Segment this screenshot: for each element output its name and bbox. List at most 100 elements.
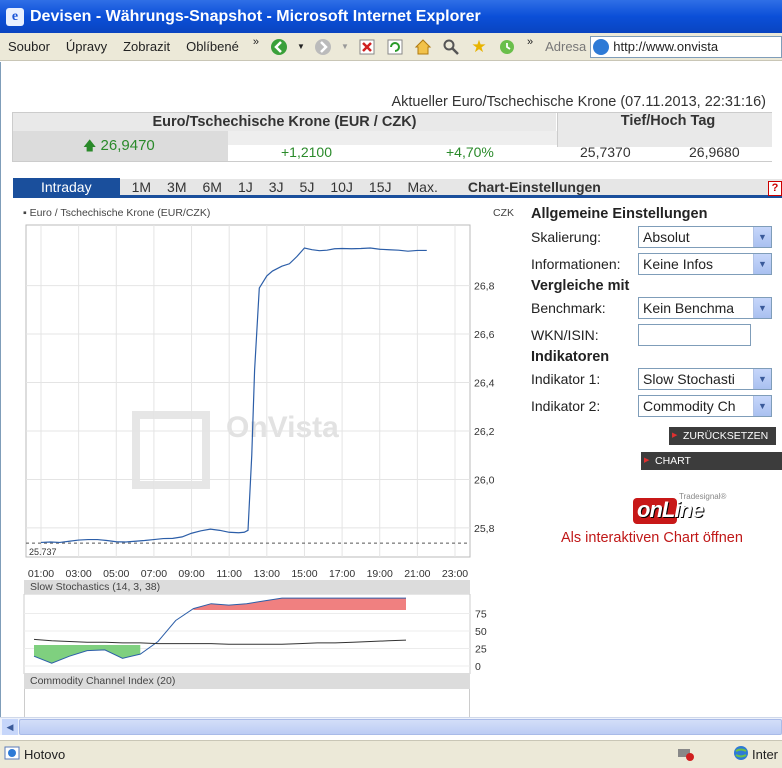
scale-select[interactable]: Absolut ▼ [638, 226, 772, 248]
address-bar[interactable]: http://www.onvista [590, 35, 782, 58]
back-dropdown-icon[interactable]: ▼ [296, 36, 306, 58]
help-icon[interactable]: ? [768, 181, 782, 196]
up-arrow-icon: 🡅 [83, 138, 97, 153]
page-icon [593, 38, 610, 55]
tab-15j[interactable]: 15J [361, 178, 400, 197]
snapshot-title: Aktueller Euro/Tschechische Krone (07.11… [391, 94, 766, 110]
tab-5j[interactable]: 5J [292, 178, 323, 197]
tab-3j[interactable]: 3J [261, 178, 292, 197]
tab-3m[interactable]: 3M [159, 178, 194, 197]
tab-6m[interactable]: 6M [195, 178, 230, 197]
day-low: 25,7370 [580, 144, 631, 160]
tab-1m[interactable]: 1M [124, 178, 159, 197]
wkn-input[interactable] [638, 324, 751, 346]
refresh-icon[interactable] [384, 36, 406, 58]
internet-zone-icon [733, 745, 749, 764]
info-select[interactable]: Keine Infos ▼ [638, 253, 772, 275]
quote-table: Euro/Tschechische Krone (EUR / CZK) Tief… [12, 112, 772, 162]
indicator1-select[interactable]: Slow Stochasti ▼ [638, 368, 772, 390]
x-tick-label: 21:00 [404, 568, 430, 577]
x-tick-label: 15:00 [291, 568, 317, 577]
scrollbar-thumb[interactable] [19, 719, 782, 735]
stochastics-panel-title: Slow Stochastics (14, 3, 38) [24, 580, 470, 594]
stoch-tick-label: 0 [475, 661, 481, 673]
horizontal-scrollbar[interactable]: ◀ [0, 717, 782, 735]
chevron-down-icon[interactable]: ▼ [753, 298, 771, 318]
y-tick-label: 26,0 [474, 474, 495, 486]
change-percent: +4,70% [446, 144, 494, 160]
internet-zone-label: Inter [752, 747, 779, 762]
x-tick-label: 17:00 [329, 568, 355, 577]
tab-1j[interactable]: 1J [230, 178, 261, 197]
tradesignal-online-logo[interactable]: Tradesignal® onLine [633, 492, 741, 526]
x-tick-label: 19:00 [367, 568, 393, 577]
compare-heading: Vergleiche mit [531, 278, 630, 294]
tab-10j[interactable]: 10J [322, 178, 361, 197]
benchmark-select[interactable]: Kein Benchma ▼ [638, 297, 772, 319]
indicator1-label: Indikator 1: [531, 371, 601, 387]
cci-chart-area [24, 689, 470, 717]
page-done-icon [4, 745, 20, 764]
tab-max[interactable]: Max. [400, 178, 446, 197]
chevron-down-icon[interactable]: ▼ [753, 227, 771, 247]
baseline-label: 25.737 [29, 547, 57, 557]
menu-favorites[interactable]: Oblíbené [178, 39, 247, 54]
address-url: http://www.onvista [613, 39, 719, 54]
reset-button[interactable]: ZURÜCKSETZEN [669, 427, 777, 445]
status-text: Hotovo [24, 747, 66, 762]
menu-overflow-chevron-icon[interactable]: » [253, 36, 259, 48]
indicator2-select[interactable]: Commodity Ch ▼ [638, 395, 772, 417]
benchmark-label: Benchmark: [531, 300, 606, 316]
wkn-label: WKN/ISIN: [531, 327, 599, 343]
chart-watermark: OnVista [226, 411, 339, 444]
update-chart-button[interactable]: CHART AKTUALISIEREN [641, 452, 782, 485]
stop-icon[interactable] [356, 36, 378, 58]
x-tick-label: 13:00 [254, 568, 280, 577]
plot-frame [25, 224, 471, 558]
y-tick-label: 26,4 [474, 378, 495, 390]
back-icon[interactable] [268, 36, 290, 58]
x-tick-label: 11:00 [216, 568, 242, 577]
indicators-heading: Indikatoren [531, 349, 610, 365]
menu-bar: Soubor Úpravy Zobrazit Oblíbené » ▼ ▼ ★ … [0, 33, 782, 61]
menu-view[interactable]: Zobrazit [115, 39, 178, 54]
change-absolute: +1,2100 [281, 144, 332, 160]
forward-icon[interactable] [312, 36, 334, 58]
stoch-tick-label: 25 [475, 644, 487, 656]
search-icon[interactable] [440, 36, 462, 58]
chevron-down-icon[interactable]: ▼ [753, 396, 771, 416]
info-label: Informationen: [531, 256, 621, 272]
popup-blocked-icon [676, 745, 696, 764]
general-settings-heading: Allgemeine Einstellungen [531, 206, 708, 222]
open-interactive-chart-link[interactable]: Als interaktiven Chart öffnen [561, 530, 743, 546]
stoch-tick-label: 50 [475, 626, 487, 638]
scale-label: Skalierung: [531, 229, 602, 245]
chart-settings-title: Chart-Einstellungen [467, 178, 601, 195]
y-tick-label: 26,6 [474, 329, 495, 341]
main-price-chart: OnVista 01:00 03:00 05:00 07:00 09:00 11:00 13:… [25, 224, 495, 577]
y-tick-label: 25,8 [474, 523, 495, 535]
period-tabs: Intraday 1M 3M 6M 1J 3J 5J 10J 15J Max. … [13, 177, 782, 198]
favorites-star-icon[interactable]: ★ [468, 36, 490, 58]
menu-file[interactable]: Soubor [0, 39, 58, 54]
pair-header: Euro/Tschechische Krone (EUR / CZK) [13, 113, 556, 131]
day-high: 26,9680 [689, 144, 740, 160]
tab-intraday[interactable]: Intraday [13, 177, 120, 197]
y-tick-label: 26,2 [474, 426, 495, 438]
toolbar-overflow-chevron-icon[interactable]: » [527, 36, 533, 48]
history-icon[interactable] [496, 36, 518, 58]
stoch-tick-label: 75 [475, 609, 487, 621]
current-price: 🡅 26,9470 [83, 137, 155, 154]
chevron-down-icon[interactable]: ▼ [753, 254, 771, 274]
cci-panel-title: Commodity Channel Index (20) [24, 673, 470, 689]
indicator2-label: Indikator 2: [531, 398, 601, 414]
menu-edit[interactable]: Úpravy [58, 39, 115, 54]
address-label: Adresa [545, 39, 587, 54]
status-bar: Hotovo Inter [0, 740, 782, 768]
scroll-left-icon[interactable]: ◀ [2, 719, 18, 735]
page-content: Aktueller Euro/Tschechische Krone (07.11… [0, 62, 782, 717]
forward-dropdown-icon[interactable]: ▼ [340, 36, 350, 58]
chevron-down-icon[interactable]: ▼ [753, 369, 771, 389]
x-tick-label: 03:00 [65, 568, 91, 577]
home-icon[interactable] [412, 36, 434, 58]
